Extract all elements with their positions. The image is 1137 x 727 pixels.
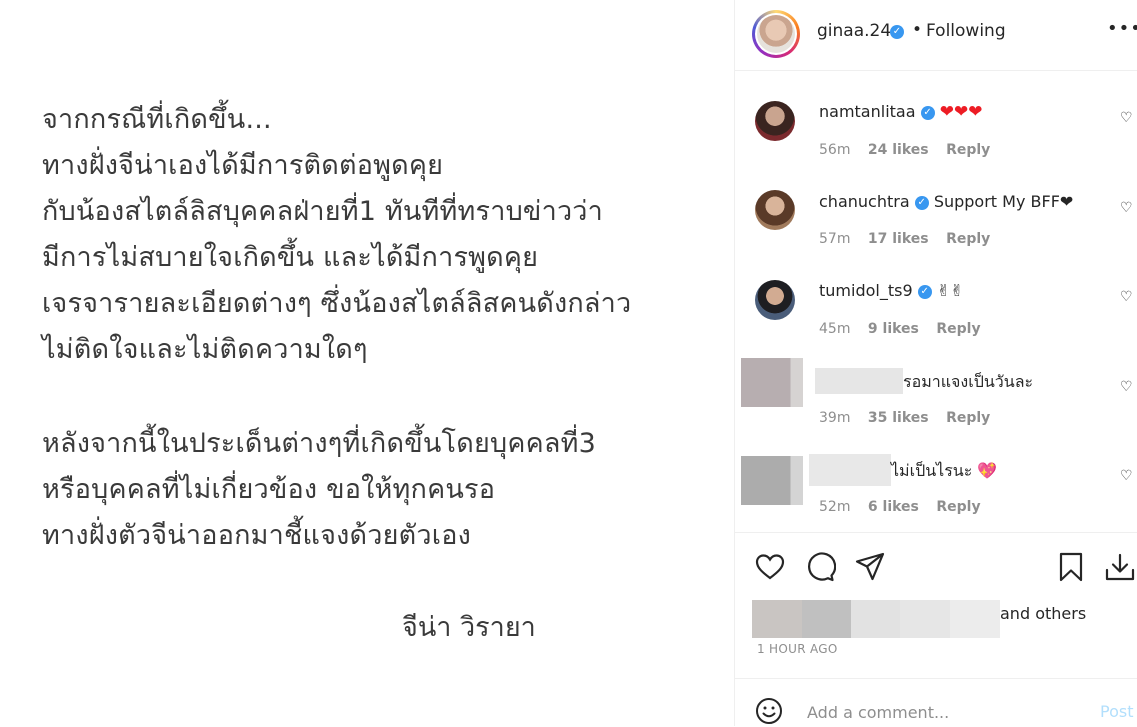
post-text-line: จากกรณีที่เกิดขึ้น... (42, 104, 272, 135)
post-image: จากกรณีที่เกิดขึ้น... ทางฝั่งจีน่าเองได้… (0, 0, 734, 726)
liked-by-avatar-blurred (950, 600, 1000, 638)
liked-by-avatar-blurred (851, 600, 900, 638)
comment-meta: 57m 17 likes Reply (819, 231, 1003, 247)
comment-item: namtanlitaa ✓ ❤❤❤ 56m 24 likes Reply ♡ (735, 91, 1137, 181)
comment-like-icon[interactable]: ♡ (1120, 200, 1133, 216)
author-username[interactable]: ginaa.24 (817, 21, 891, 41)
comment-likes[interactable]: 9 likes (868, 321, 919, 337)
commenter-avatar[interactable] (755, 190, 795, 230)
comment-username[interactable]: namtanlitaa ✓ ❤❤❤ (819, 102, 982, 122)
reply-button[interactable]: Reply (946, 231, 990, 247)
post-text-line: หรือบุคคลที่ไม่เกี่ยวข้อง ขอให้ทุกคนรอ (42, 474, 496, 505)
liked-by-avatar-blurred (802, 600, 851, 638)
comment-meta: 56m 24 likes Reply (819, 142, 1003, 158)
smile-icon[interactable] (755, 697, 783, 725)
post-text-line: ทางฝั่งจีน่าเองได้มีการติดต่อพูดคุย (42, 150, 444, 181)
blurred-username (809, 454, 891, 486)
comment-username[interactable]: tumidol_ts9 ✓ ✌✌ (819, 281, 964, 300)
post-signature: จีน่า วิรายา (402, 612, 536, 643)
comment-text: Support My BFF❤ (933, 192, 1074, 211)
post-text-line: หลังจากนี้ในประเด็นต่างๆที่เกิดขึ้นโดยบุ… (42, 428, 596, 459)
comment-likes[interactable]: 35 likes (868, 410, 929, 426)
reply-button[interactable]: Reply (936, 321, 980, 337)
commenter-avatar[interactable] (755, 280, 795, 320)
comment-likes[interactable]: 6 likes (868, 499, 919, 515)
verified-badge-icon: ✓ (920, 105, 935, 120)
add-comment-bar: Post (735, 678, 1137, 727)
comment-time: 56m (819, 142, 851, 158)
liked-by-text[interactable]: and others (1000, 604, 1086, 623)
comments-list: namtanlitaa ✓ ❤❤❤ 56m 24 likes Reply ♡ c… (735, 71, 1137, 532)
post-text-line: มีการไม่สบายใจเกิดขึ้น และได้มีการพูดคุย (42, 242, 539, 273)
comment-meta: 39m 35 likes Reply (819, 410, 1003, 426)
liked-by-avatars[interactable] (752, 600, 1002, 638)
comment-like-icon[interactable]: ♡ (1120, 468, 1133, 484)
comment-item: chanuchtra ✓ Support My BFF❤ 57m 17 like… (735, 181, 1137, 271)
reply-button[interactable]: Reply (936, 499, 980, 515)
post-text-line: ไม่ติดใจและไม่ติดความใดๆ (42, 334, 368, 365)
blurred-avatar (741, 358, 803, 407)
heart-icon[interactable] (754, 551, 786, 583)
download-icon[interactable] (1104, 551, 1136, 583)
post-actions: and others 1 HOUR AGO (735, 532, 1137, 679)
comment-time: 45m (819, 321, 851, 337)
comment-icon[interactable] (804, 551, 836, 583)
reply-button[interactable]: Reply (946, 410, 990, 426)
comment-like-icon[interactable]: ♡ (1120, 110, 1133, 126)
comment-item: ไม่เป็นไรนะ 💖 52m 6 likes Reply ♡ (735, 448, 1137, 538)
post-details-panel: ginaa.24 ✓ • Following ••• namtanlitaa ✓… (734, 0, 1137, 726)
comment-meta: 52m 6 likes Reply (819, 499, 994, 515)
post-comment-button[interactable]: Post (1100, 702, 1133, 721)
blurred-username (815, 368, 903, 394)
comment-meta: 45m 9 likes Reply (819, 321, 994, 337)
verified-badge-icon: ✓ (890, 25, 904, 39)
blurred-avatar (741, 456, 803, 505)
author-avatar[interactable] (752, 10, 800, 58)
post-header: ginaa.24 ✓ • Following ••• (735, 0, 1137, 71)
comment-likes[interactable]: 17 likes (868, 231, 929, 247)
comment-item: tumidol_ts9 ✓ ✌✌ 45m 9 likes Reply ♡ (735, 270, 1137, 360)
more-options-icon[interactable]: ••• (1107, 18, 1137, 39)
comment-time: 52m (819, 499, 851, 515)
comment-text: รอมาแจงเป็นวันละ (903, 372, 1034, 391)
send-icon[interactable] (854, 551, 886, 583)
verified-badge-icon: ✓ (917, 284, 932, 299)
comment-text: ✌✌ (936, 281, 964, 300)
avatar-photo (757, 15, 795, 53)
following-button[interactable]: Following (926, 21, 1006, 41)
comment-username-text[interactable]: tumidol_ts9 (819, 281, 913, 300)
liked-by-avatar-blurred (900, 600, 950, 638)
comment-text: ❤❤❤ (939, 102, 983, 122)
post-text-line: กับน้องสไตล์ลิสบุคคลฝ่ายที่1 ทันทีที่ทรา… (42, 196, 604, 227)
reply-button[interactable]: Reply (946, 142, 990, 158)
comment-item: รอมาแจงเป็นวันละ 39m 35 likes Reply ♡ (735, 358, 1137, 449)
verified-badge-icon: ✓ (914, 195, 929, 210)
post-text-line: ทางฝั่งตัวจีน่าออกมาชี้แจงด้วยตัวเอง (42, 520, 471, 551)
comment-time: 39m (819, 410, 851, 426)
separator-dot: • (912, 20, 923, 40)
comment-username-text[interactable]: namtanlitaa (819, 102, 916, 121)
comment-time: 57m (819, 231, 851, 247)
comment-username[interactable]: chanuchtra ✓ Support My BFF❤ (819, 192, 1073, 211)
comment-like-icon[interactable]: ♡ (1120, 379, 1133, 395)
comment-username-text[interactable]: chanuchtra (819, 192, 910, 211)
post-text-line: เจรจารายละเอียดต่างๆ ซึ่งน้องสไตล์ลิสคนด… (42, 288, 632, 319)
commenter-avatar[interactable] (755, 101, 795, 141)
comment-likes[interactable]: 24 likes (868, 142, 929, 158)
comment-like-icon[interactable]: ♡ (1120, 289, 1133, 305)
bookmark-icon[interactable] (1055, 551, 1087, 583)
post-timestamp: 1 HOUR AGO (757, 642, 838, 656)
comment-text: ไม่เป็นไรนะ 💖 (891, 461, 998, 480)
liked-by-avatar-blurred (752, 600, 802, 638)
comment-input[interactable] (805, 699, 1079, 725)
